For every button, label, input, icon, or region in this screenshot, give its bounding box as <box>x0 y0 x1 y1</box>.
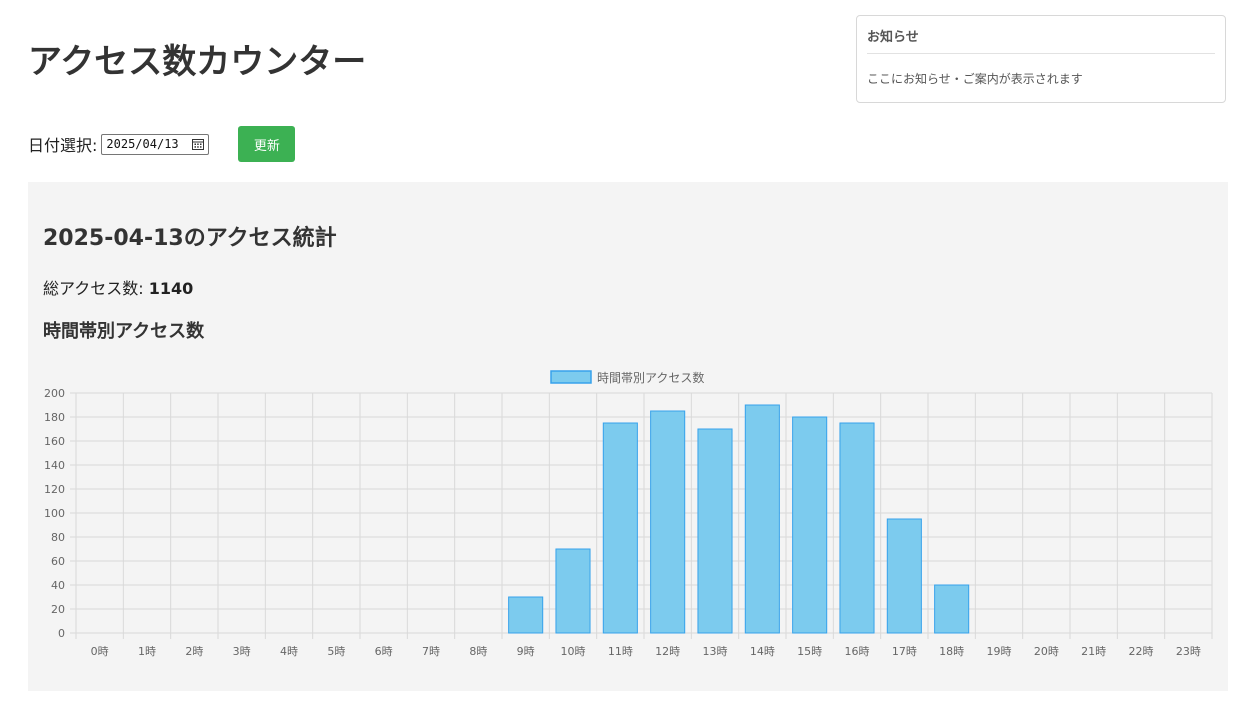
y-tick-label: 60 <box>51 555 65 568</box>
bar-11 <box>602 422 638 634</box>
x-tick-label: 4時 <box>280 645 298 658</box>
y-tick-label: 160 <box>44 435 65 448</box>
y-tick-label: 80 <box>51 531 65 544</box>
x-tick-label: 21時 <box>1081 645 1106 658</box>
y-tick-label: 140 <box>44 459 65 472</box>
date-selector-row: 日付選択: 2025/04/13 更新 <box>28 126 296 162</box>
x-tick-label: 7時 <box>422 645 440 658</box>
x-tick-label: 2時 <box>185 645 203 658</box>
x-tick-label: 15時 <box>797 645 822 658</box>
hourly-bar-chart: 0 20 40 60 80 100 120 140 160 180 200 0時 1時 2時 3時 4時 5時 6… <box>44 370 1213 658</box>
y-tick-label: 0 <box>58 627 65 640</box>
x-tick-label: 22時 <box>1129 645 1154 658</box>
bar-17 <box>886 518 922 634</box>
notice-body: ここにお知らせ・ご案内が表示されます <box>867 72 1083 86</box>
notice-title: お知らせ <box>867 26 1215 54</box>
date-label: 日付選択: <box>28 136 98 155</box>
x-tick-label: 3時 <box>233 645 251 658</box>
x-tick-label: 12時 <box>655 645 680 658</box>
bar-12 <box>650 410 686 634</box>
stats-panel: 2025-04-13のアクセス統計 総アクセス数: 1140 時間帯別アクセス数… <box>28 182 1228 691</box>
calendar-icon[interactable] <box>192 138 205 150</box>
x-tick-label: 16時 <box>845 645 870 658</box>
y-tick-label: 40 <box>51 579 65 592</box>
x-tick-label: 9時 <box>517 645 535 658</box>
x-tick-label: 6時 <box>375 645 393 658</box>
bar-18 <box>934 584 970 634</box>
x-tick-label: 11時 <box>608 645 633 658</box>
y-tick-label: 100 <box>44 507 65 520</box>
legend-label: 時間帯別アクセス数 <box>597 370 704 385</box>
notice-box: お知らせ ここにお知らせ・ご案内が表示されます <box>856 15 1226 103</box>
x-tick-label: 23時 <box>1176 645 1201 658</box>
x-tick-label: 13時 <box>703 645 728 658</box>
y-tick-label: 200 <box>44 387 65 400</box>
date-input[interactable]: 2025/04/13 <box>101 133 210 155</box>
bar-9 <box>508 596 544 634</box>
bar-16 <box>839 422 875 634</box>
y-tick-label: 180 <box>44 411 65 424</box>
legend-swatch <box>550 370 592 384</box>
x-tick-label: 20時 <box>1034 645 1059 658</box>
y-tick-label: 120 <box>44 483 65 496</box>
x-tick-label: 8時 <box>469 645 487 658</box>
bar-13 <box>697 428 733 634</box>
y-tick-label: 20 <box>51 603 65 616</box>
x-tick-label: 10時 <box>561 645 586 658</box>
x-tick-label: 14時 <box>750 645 775 658</box>
bar-15 <box>792 416 828 634</box>
x-tick-label: 19時 <box>987 645 1012 658</box>
bar-10 <box>555 548 591 634</box>
page-title: アクセス数カウンター <box>28 42 367 82</box>
x-tick-label: 5時 <box>327 645 345 658</box>
x-tick-label: 0時 <box>91 645 109 658</box>
x-tick-label: 18時 <box>939 645 964 658</box>
x-tick-label: 1時 <box>138 645 156 658</box>
date-input-value: 2025/04/13 <box>106 137 179 151</box>
update-button[interactable]: 更新 <box>238 126 296 162</box>
bar-14 <box>744 404 780 634</box>
x-tick-label: 17時 <box>892 645 917 658</box>
